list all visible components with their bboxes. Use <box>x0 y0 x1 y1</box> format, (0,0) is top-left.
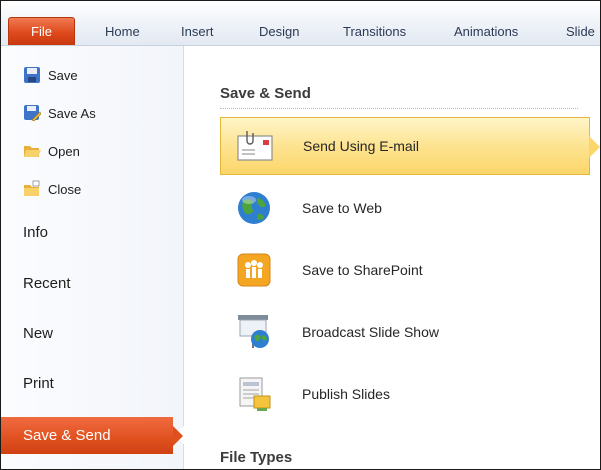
tab-transitions[interactable]: Transitions <box>343 24 406 39</box>
open-command[interactable]: Open <box>23 139 80 163</box>
nav-tab-recent[interactable]: Recent <box>1 269 183 299</box>
tab-slide-show[interactable]: Slide <box>566 24 595 39</box>
save-as-command[interactable]: Save As <box>23 101 96 125</box>
option-broadcast-slide-show[interactable]: Broadcast Slide Show <box>220 303 590 361</box>
option-label-save-to-web: Save to Web <box>302 200 382 216</box>
save-command[interactable]: Save <box>23 63 78 87</box>
option-label-broadcast-slide-show: Broadcast Slide Show <box>302 324 439 340</box>
option-label-send-using-email: Send Using E-mail <box>303 138 419 154</box>
open-folder-icon <box>23 142 41 160</box>
nav-tab-print[interactable]: Print <box>1 369 183 399</box>
tab-design[interactable]: Design <box>259 24 299 39</box>
open-label: Open <box>48 143 80 159</box>
option-label-save-to-sharepoint: Save to SharePoint <box>302 262 423 278</box>
tab-animations[interactable]: Animations <box>454 24 518 39</box>
save-as-icon <box>23 104 42 122</box>
option-save-to-sharepoint[interactable]: Save to SharePoint <box>220 241 590 299</box>
option-label-publish-slides: Publish Slides <box>302 386 390 402</box>
sharepoint-icon <box>232 248 276 292</box>
backstage-nav: Save Save As Open Close Info Recent New … <box>1 46 185 469</box>
close-command[interactable]: Close <box>23 177 81 201</box>
tab-home[interactable]: Home <box>105 24 140 39</box>
nav-tab-info[interactable]: Info <box>1 218 183 248</box>
nav-tab-new[interactable]: New <box>1 319 183 349</box>
save-as-label: Save As <box>48 105 96 121</box>
section-divider <box>220 108 578 109</box>
nav-tab-save-and-send[interactable]: Save & Send <box>1 417 185 454</box>
globe-icon <box>232 186 276 230</box>
tab-file[interactable]: File <box>8 17 75 45</box>
close-label: Close <box>48 181 82 197</box>
section-title-save-and-send: Save & Send <box>220 85 311 102</box>
tab-insert[interactable]: Insert <box>181 24 214 39</box>
ribbon-tab-bar: File Home Insert Design Transitions Anim… <box>1 1 600 46</box>
save-label: Save <box>48 67 78 83</box>
powerpoint-backstage-window: File Home Insert Design Transitions Anim… <box>0 0 601 470</box>
save-and-send-pane: Save & Send Send Using E-mail Save to We… <box>184 46 600 469</box>
broadcast-icon <box>232 310 276 354</box>
option-send-using-email[interactable]: Send Using E-mail <box>220 117 600 175</box>
email-attachment-icon <box>233 124 277 168</box>
section-title-file-types: File Types <box>220 449 293 466</box>
option-publish-slides[interactable]: Publish Slides <box>220 365 590 423</box>
close-folder-icon <box>23 180 41 198</box>
save-icon <box>23 66 41 84</box>
option-save-to-web[interactable]: Save to Web <box>220 179 590 237</box>
publish-slides-icon <box>232 372 276 416</box>
